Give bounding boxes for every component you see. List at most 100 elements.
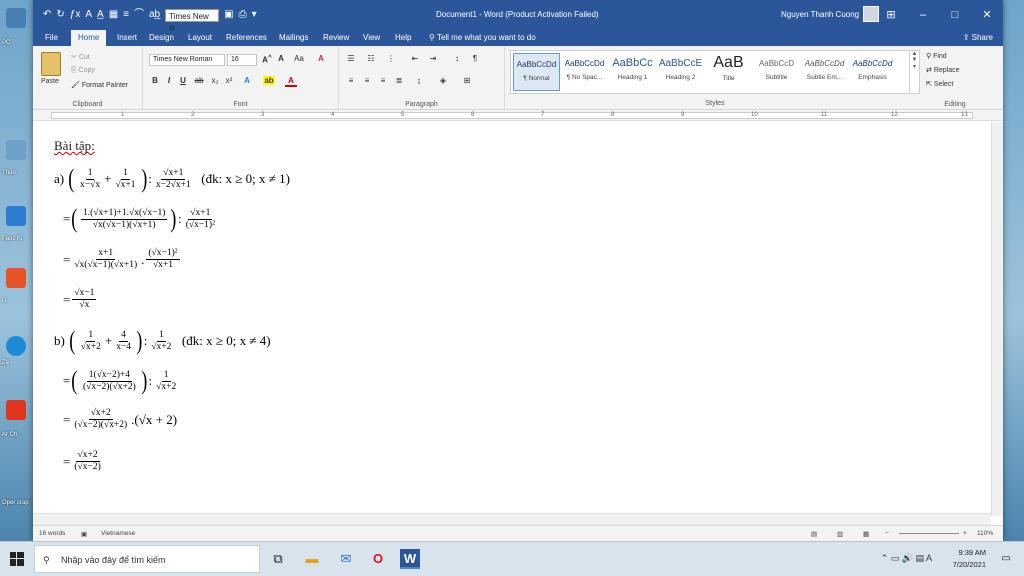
zoom-level[interactable]: 110% xyxy=(977,530,993,537)
align-left-icon[interactable]: ≡ xyxy=(345,76,357,85)
mail-icon[interactable]: ✉ xyxy=(336,549,356,569)
tab-insert[interactable]: Insert xyxy=(117,30,137,46)
style-normal[interactable]: AaBbCcDd ¶ Normal xyxy=(513,53,560,91)
replace-button[interactable]: ⇄ Replace xyxy=(926,66,960,74)
opera-icon[interactable]: O xyxy=(368,549,388,569)
sort-icon[interactable]: ↕ xyxy=(451,54,463,63)
increase-indent-icon[interactable]: ⇥ xyxy=(427,54,439,63)
clear-format-icon[interactable]: A xyxy=(315,54,327,63)
app-icon[interactable] xyxy=(6,268,26,288)
align-icon[interactable]: ≡ xyxy=(123,8,129,22)
paste-button[interactable]: Paste xyxy=(41,78,59,85)
tab-help[interactable]: Help xyxy=(395,30,411,46)
copy-button[interactable]: ⎘ Copy xyxy=(71,67,95,75)
print-preview-icon[interactable]: ⎙ xyxy=(239,8,247,22)
format-icon[interactable]: A xyxy=(85,8,92,22)
style-heading-2[interactable]: AaBbCcE Heading 2 xyxy=(657,53,704,91)
style-no-spacing[interactable]: AaBbCcDd ¶ No Spac... xyxy=(561,53,608,91)
zoom-slider[interactable] xyxy=(899,533,959,534)
word-count[interactable]: 16 words xyxy=(39,530,65,537)
tab-layout[interactable]: Layout xyxy=(188,30,212,46)
tab-review[interactable]: Review xyxy=(323,30,349,46)
share-button[interactable]: ⇪ Share xyxy=(963,30,993,46)
tab-home[interactable]: Home xyxy=(71,30,107,46)
language-indicator[interactable]: Vietnamese xyxy=(101,530,135,537)
shrink-font-icon[interactable]: A xyxy=(275,54,287,63)
user-name[interactable]: Nguyen Thanh Cuong xyxy=(781,10,859,19)
shading-icon[interactable]: ◈ xyxy=(437,76,449,85)
acrobat-icon[interactable] xyxy=(6,400,26,420)
ruler[interactable]: 1 2 3 4 5 6 7 8 9 10 11 12 13 xyxy=(33,110,1003,121)
vertical-scrollbar[interactable] xyxy=(991,122,1003,516)
word-taskbar-icon[interactable]: W xyxy=(400,549,420,569)
format-painter-button[interactable]: 🖌 Format Painter xyxy=(71,81,128,89)
italic-icon[interactable]: I xyxy=(163,76,175,85)
ribbon-display-icon[interactable]: ⊞ xyxy=(875,0,907,30)
web-layout-icon[interactable]: ▦ xyxy=(863,530,869,538)
tab-view[interactable]: View xyxy=(363,30,380,46)
this-pc-icon[interactable] xyxy=(6,8,26,28)
underline-icon[interactable]: U xyxy=(177,76,189,85)
grow-font-icon[interactable]: A^ xyxy=(261,54,273,65)
style-subtitle[interactable]: AaBbCcD Subtitle xyxy=(753,53,800,91)
task-view-icon[interactable]: ⧉ xyxy=(268,549,288,569)
proofing-icon[interactable]: ▣ xyxy=(81,530,87,538)
tab-design[interactable]: Design xyxy=(149,30,174,46)
style-title[interactable]: AaB Title xyxy=(705,53,752,91)
font-color-icon[interactable]: A̲ xyxy=(97,8,104,22)
redo-icon[interactable]: ↻ xyxy=(56,8,64,22)
highlight-icon[interactable]: ab̲ xyxy=(149,8,160,22)
tab-file[interactable]: File xyxy=(45,30,58,46)
select-button[interactable]: ⇱ Select xyxy=(926,80,953,88)
windows-start-icon[interactable] xyxy=(10,552,24,566)
text-effects-icon[interactable]: A xyxy=(241,76,253,85)
recycle-bin-icon[interactable] xyxy=(6,140,26,160)
style-subtle-emphasis[interactable]: AaBbCcDd Subtle Em... xyxy=(801,53,848,91)
bold-icon[interactable]: B xyxy=(149,76,161,85)
borders-icon[interactable]: ⊞ xyxy=(461,76,473,85)
styles-scroll[interactable]: ▲ ▼ ▾ xyxy=(909,51,919,93)
bullets-icon[interactable]: ☰ xyxy=(345,54,357,63)
shape-icon[interactable]: ⌒ xyxy=(134,8,144,22)
align-right-icon[interactable]: ≡ xyxy=(377,76,389,85)
paste-icon[interactable] xyxy=(41,52,61,76)
decrease-indent-icon[interactable]: ⇤ xyxy=(409,54,421,63)
highlight-color-icon[interactable]: ab xyxy=(263,76,275,85)
style-emphasis[interactable]: AaBbCcDd Emphasis xyxy=(849,53,896,91)
app-icon[interactable] xyxy=(6,206,26,226)
tab-references[interactable]: References xyxy=(226,30,267,46)
show-marks-icon[interactable]: ¶ xyxy=(469,54,481,63)
strikethrough-icon[interactable]: ab xyxy=(193,76,205,85)
zalo-icon[interactable] xyxy=(6,336,26,356)
tab-mailings[interactable]: Mailings xyxy=(279,30,308,46)
numbering-icon[interactable]: ☷ xyxy=(365,54,377,63)
multilevel-icon[interactable]: ⋮ xyxy=(385,54,397,63)
horizontal-scrollbar[interactable] xyxy=(33,513,991,525)
customize-icon[interactable]: ▾ xyxy=(252,8,257,22)
formula-icon[interactable]: ƒx xyxy=(70,8,81,22)
superscript-icon[interactable]: x² xyxy=(223,76,235,85)
document-page[interactable]: Bài tập: a) ( 1 x−√x + 1 √x+1 ): √x+1 x−2√x+… xyxy=(33,122,1003,516)
subscript-icon[interactable]: x₂ xyxy=(209,76,221,85)
undo-icon[interactable]: ↶ xyxy=(43,8,51,22)
align-center-icon[interactable]: ≡ xyxy=(361,76,373,85)
zoom-out-icon[interactable]: − xyxy=(885,530,889,537)
taskbar-search[interactable]: ⚲ Nhập vào đây để tìm kiếm xyxy=(34,545,260,573)
clock[interactable]: 9:39 AM 7/20/2021 xyxy=(953,547,986,571)
qat-font-name[interactable]: Times New R xyxy=(165,8,220,34)
print-layout-icon[interactable]: ▥ xyxy=(837,530,843,538)
line-spacing-icon[interactable]: ↨ xyxy=(413,76,425,85)
minimize-button[interactable]: – xyxy=(907,0,939,30)
font-name-combo[interactable]: Times New Roman xyxy=(149,54,225,66)
file-explorer-icon[interactable]: ▬ xyxy=(302,549,322,569)
justify-icon[interactable]: ≣ xyxy=(393,76,405,85)
zoom-in-icon[interactable]: + xyxy=(963,530,967,537)
system-tray[interactable]: ⌃ ▭ 🔊 ▤ A xyxy=(881,553,932,564)
style-heading-1[interactable]: AaBbCc Heading 1 xyxy=(609,53,656,91)
font-size-combo[interactable]: 16 xyxy=(227,54,257,66)
close-button[interactable]: ✕ xyxy=(971,0,1003,30)
cut-button[interactable]: ✂ Cut xyxy=(71,53,90,61)
font-color-icon[interactable]: A xyxy=(285,76,297,87)
change-case-icon[interactable]: Aa xyxy=(293,54,305,63)
restore-button[interactable]: □ xyxy=(939,0,971,30)
